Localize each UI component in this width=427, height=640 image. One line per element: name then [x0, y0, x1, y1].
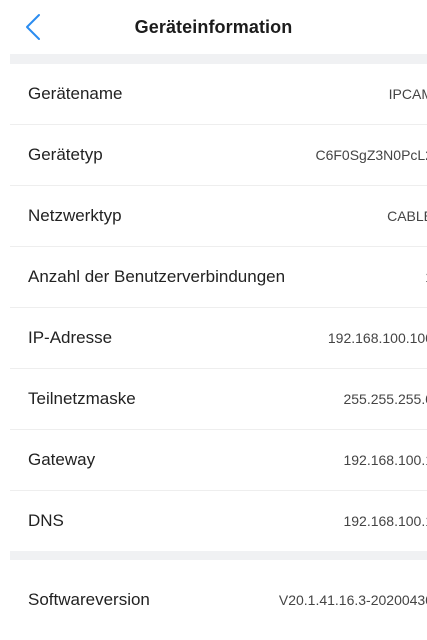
subnet-mask-value: 255.255.255.0 — [343, 391, 427, 407]
network-type-value: CABLE — [387, 208, 427, 224]
user-connections-label: Anzahl der Benutzerverbindungen — [28, 267, 286, 286]
page-title: Geräteinformation — [134, 17, 293, 37]
device-type-label: Gerätetyp — [28, 145, 103, 164]
section-divider — [10, 551, 427, 560]
ip-address-label: IP-Adresse — [28, 328, 113, 347]
top-bar: Geräteinformation — [0, 0, 427, 54]
ip-address-value: 192.168.100.100 — [327, 330, 427, 346]
software-info-list: Softwareversion V20.1.41.16.3-20200430 — [0, 560, 427, 640]
device-type-row: Gerätetyp C6F0SgZ3N0PcL2 — [10, 125, 427, 186]
user-connections-row: Anzahl der Benutzerverbindungen 1 — [10, 247, 427, 308]
device-type-value: C6F0SgZ3N0PcL2 — [315, 147, 427, 163]
subnet-mask-row: Teilnetzmaske 255.255.255.0 — [10, 369, 427, 430]
network-type-label: Netzwerktyp — [28, 206, 122, 225]
dns-label: DNS — [28, 511, 64, 530]
software-version-row: Softwareversion V20.1.41.16.3-20200430 — [10, 560, 427, 640]
section-divider — [10, 54, 427, 64]
software-version-label: Softwareversion — [28, 590, 150, 609]
device-name-value: IPCAM — [388, 86, 427, 102]
subnet-mask-label: Teilnetzmaske — [28, 389, 136, 408]
device-info-list: Gerätename IPCAM Gerätetyp C6F0SgZ3N0PcL… — [0, 64, 427, 551]
dns-value: 192.168.100.1 — [343, 513, 427, 529]
dns-row: DNS 192.168.100.1 — [10, 491, 427, 551]
gateway-value: 192.168.100.1 — [343, 452, 427, 468]
network-type-row: Netzwerktyp CABLE — [10, 186, 427, 247]
software-version-value: V20.1.41.16.3-20200430 — [278, 592, 427, 608]
device-name-label: Gerätename — [28, 84, 123, 103]
gateway-row: Gateway 192.168.100.1 — [10, 430, 427, 491]
ip-address-row: IP-Adresse 192.168.100.100 — [10, 308, 427, 369]
gateway-label: Gateway — [28, 450, 96, 469]
device-name-row: Gerätename IPCAM — [10, 64, 427, 125]
